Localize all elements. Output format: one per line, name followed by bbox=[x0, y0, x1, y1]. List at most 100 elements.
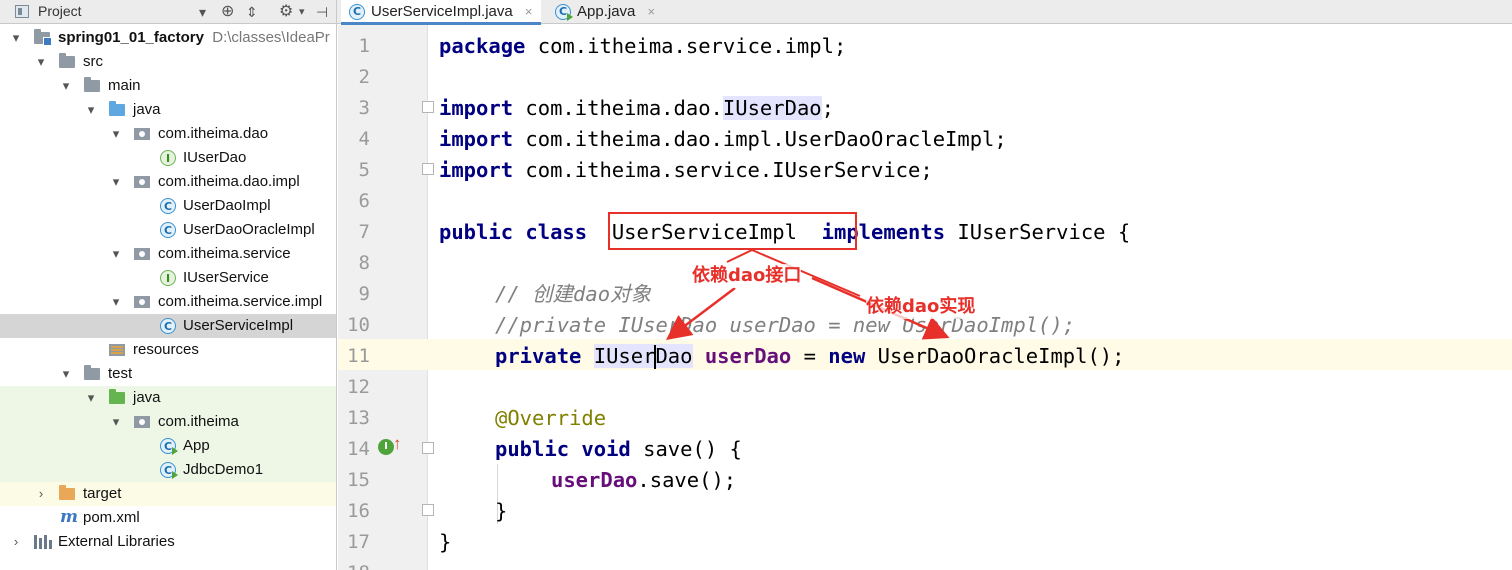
expand-arrow-icon[interactable]: ▾ bbox=[108, 242, 124, 266]
class-icon: C bbox=[349, 4, 365, 20]
dropdown-arrow-icon[interactable]: ▾ bbox=[199, 2, 206, 22]
collapse-arrow-icon[interactable]: › bbox=[33, 482, 49, 506]
expand-arrow-icon[interactable]: ▾ bbox=[108, 122, 124, 146]
tree-item-package[interactable]: ▾ com.itheima.service bbox=[0, 242, 336, 266]
hide-panel-icon[interactable]: ⊣ bbox=[316, 2, 328, 22]
code-token: new bbox=[828, 344, 866, 368]
tree-item-label: App bbox=[183, 437, 210, 454]
tree-item-file-selected[interactable]: C UserServiceImpl bbox=[0, 314, 336, 338]
tree-item-external-libraries[interactable]: › External Libraries bbox=[0, 530, 336, 554]
fold-marker-icon[interactable] bbox=[422, 101, 434, 113]
tree-item-package[interactable]: ▾ com.itheima.dao.impl bbox=[0, 170, 336, 194]
tree-item-file[interactable]: C App bbox=[0, 434, 336, 458]
code-token: com.itheima.service.impl; bbox=[525, 34, 847, 58]
expand-arrow-icon[interactable]: ▾ bbox=[83, 98, 99, 122]
code-token: public bbox=[495, 437, 570, 461]
tree-item-file[interactable]: C JdbcDemo1 bbox=[0, 458, 336, 482]
tree-item-java-main[interactable]: ▾ java bbox=[0, 98, 336, 122]
tree-item-label: UserDaoImpl bbox=[183, 197, 271, 214]
tree-item-pom[interactable]: m pom.xml bbox=[0, 506, 336, 530]
project-panel-header: Project ▾ ⊕ ⇕ ⚙ ▾ ⊣ bbox=[0, 0, 336, 24]
collapse-arrow-icon[interactable]: › bbox=[8, 530, 24, 554]
tree-item-src[interactable]: ▾ src bbox=[0, 50, 336, 74]
code-token: IUserDao bbox=[722, 96, 822, 120]
expand-arrow-icon[interactable]: ▾ bbox=[33, 50, 49, 74]
line-number: 11 bbox=[347, 345, 370, 367]
expand-arrow-icon[interactable]: ▾ bbox=[108, 170, 124, 194]
tree-item-label: spring01_01_factory bbox=[58, 29, 204, 46]
class-icon: C bbox=[160, 222, 176, 238]
code-token: package bbox=[439, 34, 526, 58]
fold-marker-icon[interactable] bbox=[422, 163, 434, 175]
tree-item-package[interactable]: ▾ com.itheima.service.impl bbox=[0, 290, 336, 314]
tree-item-label: IUserService bbox=[183, 269, 269, 286]
resources-folder-icon bbox=[109, 344, 125, 356]
implements-method-icon[interactable]: I bbox=[378, 439, 394, 455]
tree-item-file[interactable]: C UserDaoImpl bbox=[0, 194, 336, 218]
code-token: .save(); bbox=[637, 468, 737, 492]
tree-item-file[interactable]: I IUserService bbox=[0, 266, 336, 290]
line-number: 12 bbox=[347, 376, 370, 398]
tree-item-file[interactable]: C UserDaoOracleImpl bbox=[0, 218, 336, 242]
code-token: IUserService { bbox=[945, 220, 1131, 244]
tree-item-target[interactable]: › target bbox=[0, 482, 336, 506]
tree-item-resources[interactable]: resources bbox=[0, 338, 336, 362]
code-token: void bbox=[581, 437, 631, 461]
tab-userserviceimpl[interactable]: C UserServiceImpl.java × bbox=[341, 0, 541, 25]
tree-item-file[interactable]: I IUserDao bbox=[0, 146, 336, 170]
code-token: ; bbox=[821, 96, 834, 120]
project-panel: Project ▾ ⊕ ⇕ ⚙ ▾ ⊣ ▾ spring01_01_factor… bbox=[0, 0, 337, 570]
line-number: 13 bbox=[347, 407, 370, 429]
line-number: 16 bbox=[347, 500, 370, 522]
line-number: 6 bbox=[358, 190, 370, 212]
fold-marker-icon[interactable] bbox=[422, 442, 434, 454]
tree-item-package[interactable]: ▾ com.itheima.dao bbox=[0, 122, 336, 146]
interface-icon: I bbox=[160, 270, 176, 286]
settings-dropdown-icon[interactable]: ▾ bbox=[299, 2, 305, 22]
close-tab-icon[interactable]: × bbox=[648, 0, 656, 24]
tree-item-test[interactable]: ▾ test bbox=[0, 362, 336, 386]
project-view-selector[interactable]: Project bbox=[38, 3, 82, 19]
code-token: private bbox=[495, 344, 582, 368]
package-icon bbox=[134, 416, 150, 428]
expand-arrow-icon[interactable]: ▾ bbox=[58, 74, 74, 98]
collapse-all-icon[interactable]: ⇕ bbox=[246, 2, 258, 22]
test-source-folder-icon bbox=[109, 389, 125, 404]
expand-arrow-icon[interactable]: ▾ bbox=[83, 386, 99, 410]
code-token: IUserDao bbox=[593, 344, 693, 369]
tree-item-java-test[interactable]: ▾ java bbox=[0, 386, 336, 410]
expand-arrow-icon[interactable]: ▾ bbox=[108, 290, 124, 314]
tree-item-module[interactable]: ▾ spring01_01_factory D:\classes\IdeaPr bbox=[0, 26, 336, 50]
code-comment: // 创建dao对象 bbox=[495, 282, 652, 306]
folder-icon bbox=[59, 53, 75, 68]
fold-marker-icon[interactable] bbox=[422, 504, 434, 516]
tree-item-label: UserDaoOracleImpl bbox=[183, 221, 315, 238]
settings-gear-icon[interactable]: ⚙ bbox=[279, 2, 293, 22]
tree-item-label: com.itheima.service bbox=[158, 245, 291, 262]
tree-item-label: com.itheima bbox=[158, 413, 239, 430]
expand-arrow-icon[interactable]: ▾ bbox=[108, 410, 124, 434]
module-folder-icon bbox=[34, 29, 52, 46]
tree-item-package[interactable]: ▾ com.itheima bbox=[0, 410, 336, 434]
code-token: save() { bbox=[630, 437, 742, 461]
package-icon bbox=[134, 296, 150, 308]
class-icon: C bbox=[160, 198, 176, 214]
code-line: userDao.save(); bbox=[551, 465, 736, 496]
runnable-class-icon: C bbox=[160, 462, 178, 479]
line-number: 15 bbox=[347, 469, 370, 491]
code-line: import com.itheima.dao.IUserDao; bbox=[439, 93, 834, 124]
tree-item-main[interactable]: ▾ main bbox=[0, 74, 336, 98]
code-token: = bbox=[791, 344, 829, 368]
expand-arrow-icon[interactable]: ▾ bbox=[58, 362, 74, 386]
line-number: 18 bbox=[338, 558, 370, 570]
code-token: userDao bbox=[551, 468, 638, 492]
interface-icon: I bbox=[160, 150, 176, 166]
close-tab-icon[interactable]: × bbox=[525, 0, 533, 24]
expand-arrow-icon[interactable]: ▾ bbox=[8, 26, 24, 50]
tab-app[interactable]: C App.java × bbox=[547, 0, 672, 24]
line-number: 1 bbox=[358, 35, 370, 57]
annotation-highlight-box bbox=[608, 212, 857, 250]
code-token: IUser bbox=[593, 344, 656, 368]
locate-file-icon[interactable]: ⊕ bbox=[221, 2, 234, 22]
go-to-super-arrow-icon[interactable]: ↑ bbox=[393, 434, 402, 454]
